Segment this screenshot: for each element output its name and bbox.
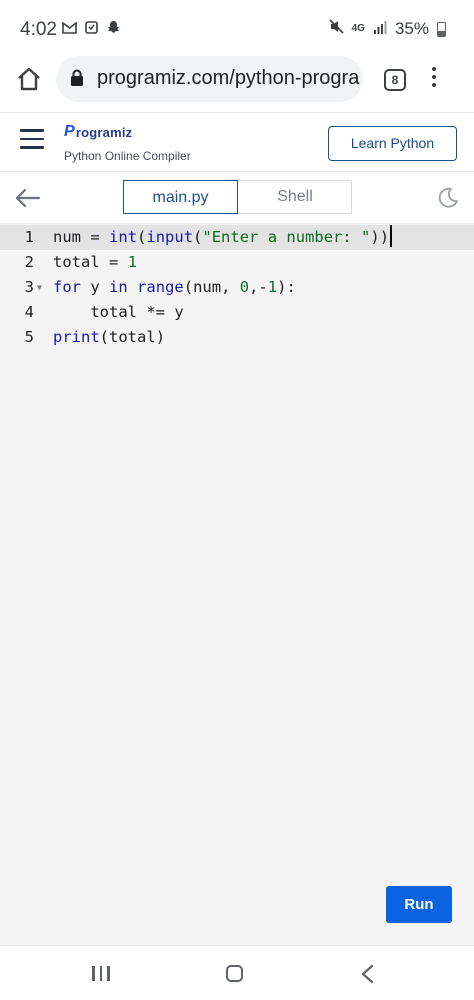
network-icon: 4G <box>351 23 365 34</box>
editor-toolbar: main.py Shell <box>0 172 474 223</box>
logo-initial: P <box>64 123 75 140</box>
code-line[interactable]: 3 ▼ for y in range(num, 0,-1): <box>0 275 474 300</box>
line-number: 4 <box>24 303 34 321</box>
status-bar: 4:02 4G 35% <box>0 0 474 56</box>
status-right-icons: 4G 35% <box>329 19 446 39</box>
logo-text: Programiz <box>64 123 191 141</box>
status-time: 4:02 <box>20 19 57 40</box>
back-arrow-icon[interactable] <box>13 186 41 215</box>
tab-switcher-button[interactable]: 8 <box>384 69 406 91</box>
snapchat-icon <box>106 20 121 40</box>
url-text: programiz.com/python-progra <box>97 67 360 89</box>
back-icon[interactable] <box>360 964 374 989</box>
battery-percent: 35% <box>394 19 429 38</box>
address-bar[interactable]: programiz.com/python-progra <box>56 56 363 102</box>
line-number: 3 <box>24 278 34 296</box>
code-text: total = 1 <box>53 253 138 271</box>
run-button[interactable]: Run <box>386 886 452 923</box>
mute-icon <box>329 19 344 39</box>
line-number: 5 <box>24 328 34 346</box>
tab-main-py[interactable]: main.py <box>123 180 238 214</box>
recent-apps-icon[interactable] <box>92 966 110 981</box>
line-number: 2 <box>24 253 34 271</box>
learn-python-button[interactable]: Learn Python <box>328 126 457 161</box>
code-line[interactable]: 2 total = 1 <box>0 250 474 275</box>
line-number: 1 <box>24 228 34 246</box>
app-icon <box>85 21 98 39</box>
android-nav-bar <box>0 945 474 1000</box>
tab-shell[interactable]: Shell <box>238 181 352 213</box>
code-text: num = int(input("Enter a number: ")) <box>53 225 393 250</box>
signal-icon <box>373 19 387 39</box>
hamburger-menu-icon[interactable] <box>20 129 44 155</box>
file-tabs: main.py Shell <box>123 180 352 214</box>
site-header: Programiz Python Online Compiler Learn P… <box>0 112 474 172</box>
lock-icon <box>70 69 84 92</box>
text-cursor <box>390 225 393 247</box>
code-editor[interactable]: 1 num = int(input("Enter a number: ")) 2… <box>0 223 474 945</box>
status-notification-icons <box>62 20 121 40</box>
compiler-subtitle: Python Online Compiler <box>64 149 191 163</box>
code-text: for y in range(num, 0,-1): <box>53 278 296 296</box>
dark-mode-moon-icon[interactable] <box>436 186 460 215</box>
browser-toolbar: programiz.com/python-progra 8 <box>0 56 474 112</box>
home-icon[interactable] <box>14 64 44 94</box>
code-text: print(total) <box>53 328 166 346</box>
code-line[interactable]: 1 num = int(input("Enter a number: ")) <box>0 225 474 250</box>
browser-menu-icon[interactable] <box>432 67 436 87</box>
code-line[interactable]: 4 total *= y <box>0 300 474 325</box>
gmail-icon <box>62 21 77 39</box>
logo-rest: rogramiz <box>75 124 133 140</box>
programiz-logo[interactable]: Programiz Python Online Compiler <box>64 123 191 163</box>
code-text: total *= y <box>90 303 184 321</box>
code-line[interactable]: 5 print(total) <box>0 325 474 350</box>
battery-icon <box>437 21 446 37</box>
home-button-icon[interactable] <box>226 965 243 982</box>
fold-arrow-icon[interactable]: ▼ <box>37 275 42 300</box>
